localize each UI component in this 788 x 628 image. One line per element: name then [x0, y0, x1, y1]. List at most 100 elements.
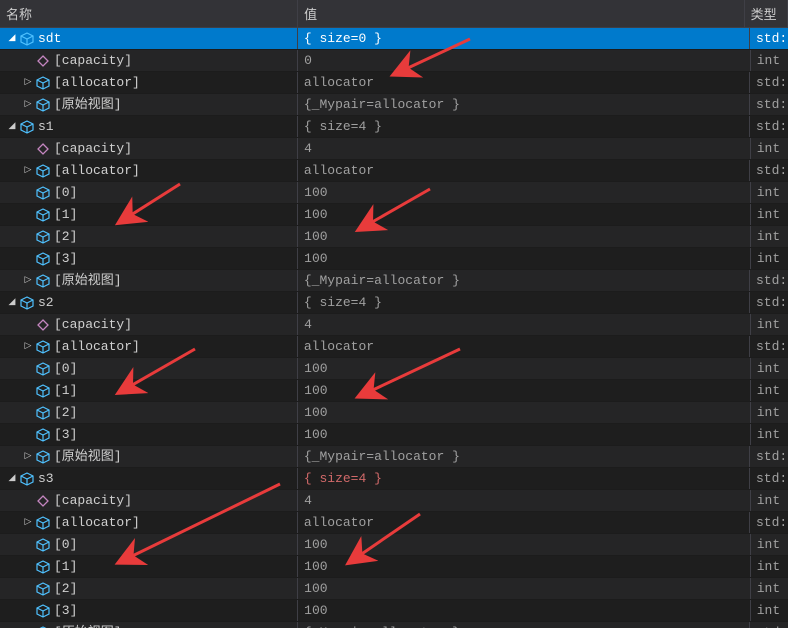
- cell-name[interactable]: ▷ [allocator]: [0, 160, 298, 181]
- cell-name[interactable]: ▷ [原始视图]: [0, 94, 298, 115]
- expander-toggle[interactable]: ▷: [22, 512, 34, 533]
- cell-name[interactable]: [0]: [0, 182, 298, 203]
- tree-row[interactable]: [3]100int: [0, 600, 788, 622]
- cell-value[interactable]: 100: [298, 380, 751, 401]
- cell-name[interactable]: [3]: [0, 600, 298, 621]
- cell-name[interactable]: [3]: [0, 424, 298, 445]
- tree-row[interactable]: [2]100int: [0, 402, 788, 424]
- cell-name[interactable]: [capacity]: [0, 490, 298, 511]
- cell-name[interactable]: [capacity]: [0, 50, 298, 71]
- tree-row[interactable]: [1]100int: [0, 204, 788, 226]
- tree-row[interactable]: [1]100int: [0, 556, 788, 578]
- cell-value[interactable]: {_Mypair=allocator }: [298, 94, 750, 115]
- tree-row[interactable]: ▷ [原始视图]{_Mypair=allocator }std::v: [0, 94, 788, 116]
- tree-row[interactable]: [0]100int: [0, 182, 788, 204]
- tree-row[interactable]: ▷ [allocator]allocatorstd::_: [0, 512, 788, 534]
- tree-row[interactable]: [capacity]4int: [0, 490, 788, 512]
- cell-value[interactable]: { size=4 }: [298, 116, 750, 137]
- cell-value[interactable]: 100: [298, 204, 751, 225]
- cell-name[interactable]: ◢ s2: [0, 292, 298, 313]
- tree-row[interactable]: ◢ sdt{ size=0 }std::v: [0, 28, 788, 50]
- cell-value[interactable]: allocator: [298, 72, 750, 93]
- tree-row[interactable]: ▷ [原始视图]{_Mypair=allocator }std::v: [0, 446, 788, 468]
- expander-toggle[interactable]: ▷: [22, 446, 34, 467]
- cell-name[interactable]: [3]: [0, 248, 298, 269]
- expander-toggle[interactable]: ▷: [22, 160, 34, 181]
- cell-value[interactable]: 100: [298, 534, 751, 555]
- expander-toggle[interactable]: ▷: [22, 72, 34, 93]
- header-value[interactable]: 值: [298, 0, 744, 27]
- cell-value[interactable]: 4: [298, 314, 751, 335]
- tree-row[interactable]: [1]100int: [0, 380, 788, 402]
- cell-name[interactable]: ◢ sdt: [0, 28, 298, 49]
- tree-row[interactable]: ▷ [原始视图]{_Mypair=allocator }std::v: [0, 622, 788, 628]
- expander-toggle[interactable]: ◢: [6, 468, 18, 489]
- cell-name[interactable]: [2]: [0, 226, 298, 247]
- tree-row[interactable]: [capacity]4int: [0, 138, 788, 160]
- tree-row[interactable]: [capacity]4int: [0, 314, 788, 336]
- tree-row[interactable]: ◢ s1{ size=4 }std::v: [0, 116, 788, 138]
- expander-toggle[interactable]: ◢: [6, 116, 18, 137]
- cell-value[interactable]: {_Mypair=allocator }: [298, 622, 750, 628]
- cell-name[interactable]: ▷ [allocator]: [0, 512, 298, 533]
- expander-toggle[interactable]: ▷: [22, 336, 34, 357]
- cell-value[interactable]: 100: [298, 424, 751, 445]
- cell-value[interactable]: 4: [298, 490, 751, 511]
- cell-name[interactable]: [1]: [0, 556, 298, 577]
- expander-toggle[interactable]: ▷: [22, 94, 34, 115]
- tree-row[interactable]: ▷ [原始视图]{_Mypair=allocator }std::v: [0, 270, 788, 292]
- cell-value[interactable]: {_Mypair=allocator }: [298, 446, 750, 467]
- cell-value[interactable]: 100: [298, 402, 751, 423]
- cell-value[interactable]: { size=4 }: [298, 292, 750, 313]
- tree-row[interactable]: [0]100int: [0, 358, 788, 380]
- cell-name[interactable]: [1]: [0, 204, 298, 225]
- tree-row[interactable]: [0]100int: [0, 534, 788, 556]
- expander-toggle[interactable]: ◢: [6, 292, 18, 313]
- cell-value[interactable]: { size=4 }: [298, 468, 750, 489]
- tree-row[interactable]: [3]100int: [0, 424, 788, 446]
- cell-value[interactable]: 100: [298, 556, 751, 577]
- cell-value[interactable]: 100: [298, 600, 751, 621]
- cell-name[interactable]: ◢ s3: [0, 468, 298, 489]
- cell-value[interactable]: 100: [298, 226, 751, 247]
- cell-value[interactable]: { size=0 }: [298, 28, 750, 49]
- watch-tree[interactable]: ◢ sdt{ size=0 }std::v [capacity]0int▷ [a…: [0, 28, 788, 628]
- cell-value[interactable]: allocator: [298, 336, 750, 357]
- tree-row[interactable]: [capacity]0int: [0, 50, 788, 72]
- tree-row[interactable]: [3]100int: [0, 248, 788, 270]
- tree-row[interactable]: ▷ [allocator]allocatorstd::_: [0, 72, 788, 94]
- cell-name[interactable]: ◢ s1: [0, 116, 298, 137]
- expander-toggle[interactable]: ▷: [22, 622, 34, 628]
- tree-row[interactable]: ◢ s3{ size=4 }std::v: [0, 468, 788, 490]
- cell-value[interactable]: 100: [298, 182, 751, 203]
- cell-name[interactable]: ▷ [allocator]: [0, 72, 298, 93]
- cell-name[interactable]: [1]: [0, 380, 298, 401]
- cell-name[interactable]: [2]: [0, 402, 298, 423]
- header-name[interactable]: 名称: [0, 0, 298, 27]
- tree-row[interactable]: ▷ [allocator]allocatorstd::_: [0, 160, 788, 182]
- cell-name[interactable]: ▷ [原始视图]: [0, 270, 298, 291]
- cell-name[interactable]: [2]: [0, 578, 298, 599]
- tree-row[interactable]: ◢ s2{ size=4 }std::v: [0, 292, 788, 314]
- cell-name[interactable]: [capacity]: [0, 314, 298, 335]
- cell-name[interactable]: ▷ [原始视图]: [0, 622, 298, 628]
- cell-name[interactable]: [capacity]: [0, 138, 298, 159]
- header-type[interactable]: 类型: [745, 0, 788, 27]
- expander-toggle[interactable]: ▷: [22, 270, 34, 291]
- cell-value[interactable]: {_Mypair=allocator }: [298, 270, 750, 291]
- cell-name[interactable]: [0]: [0, 358, 298, 379]
- cell-name[interactable]: [0]: [0, 534, 298, 555]
- cell-value[interactable]: 100: [298, 358, 751, 379]
- expander-toggle[interactable]: ◢: [6, 28, 18, 49]
- cell-name[interactable]: ▷ [allocator]: [0, 336, 298, 357]
- cell-value[interactable]: allocator: [298, 160, 750, 181]
- cell-value[interactable]: 100: [298, 248, 751, 269]
- tree-row[interactable]: ▷ [allocator]allocatorstd::_: [0, 336, 788, 358]
- cell-value[interactable]: allocator: [298, 512, 750, 533]
- tree-row[interactable]: [2]100int: [0, 226, 788, 248]
- tree-row[interactable]: [2]100int: [0, 578, 788, 600]
- cell-value[interactable]: 0: [298, 50, 751, 71]
- cell-value[interactable]: 100: [298, 578, 751, 599]
- cell-value[interactable]: 4: [298, 138, 751, 159]
- cell-name[interactable]: ▷ [原始视图]: [0, 446, 298, 467]
